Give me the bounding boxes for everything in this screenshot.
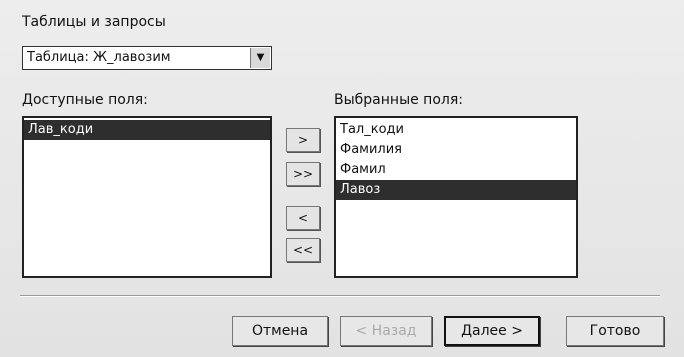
list-item[interactable]: Фамил <box>336 160 576 180</box>
available-fields-label: Доступные поля: <box>22 92 148 108</box>
tables-and-queries-label: Таблицы и запросы <box>22 14 166 30</box>
finish-button[interactable]: Готово <box>566 316 664 346</box>
query-wizard-dialog: Таблицы и запросы Таблица: Ж_лавозим ▼ Д… <box>0 0 684 357</box>
move-one-left-button[interactable]: < <box>286 206 320 230</box>
available-fields-list[interactable]: Лав_коди <box>22 116 272 278</box>
selected-fields-label: Выбранные поля: <box>334 92 463 108</box>
divider <box>20 295 660 297</box>
list-item[interactable]: Тал_коди <box>336 120 576 140</box>
move-all-right-button[interactable]: >> <box>286 162 320 186</box>
list-item[interactable]: Фамилия <box>336 140 576 160</box>
cancel-button[interactable]: Отмена <box>232 316 328 346</box>
chevron-down-icon[interactable]: ▼ <box>250 48 270 68</box>
next-button[interactable]: Далее > <box>444 316 540 346</box>
back-button[interactable]: < Назад <box>340 316 432 346</box>
move-all-left-button[interactable]: << <box>286 238 320 262</box>
table-select[interactable]: Таблица: Ж_лавозим ▼ <box>22 46 272 70</box>
selected-fields-list[interactable]: Тал_коди Фамилия Фамил Лавоз <box>334 116 578 278</box>
list-item[interactable]: Лавоз <box>336 180 576 200</box>
list-item[interactable]: Лав_коди <box>24 120 270 140</box>
table-select-value: Таблица: Ж_лавозим <box>27 50 171 65</box>
move-one-right-button[interactable]: > <box>286 128 320 152</box>
